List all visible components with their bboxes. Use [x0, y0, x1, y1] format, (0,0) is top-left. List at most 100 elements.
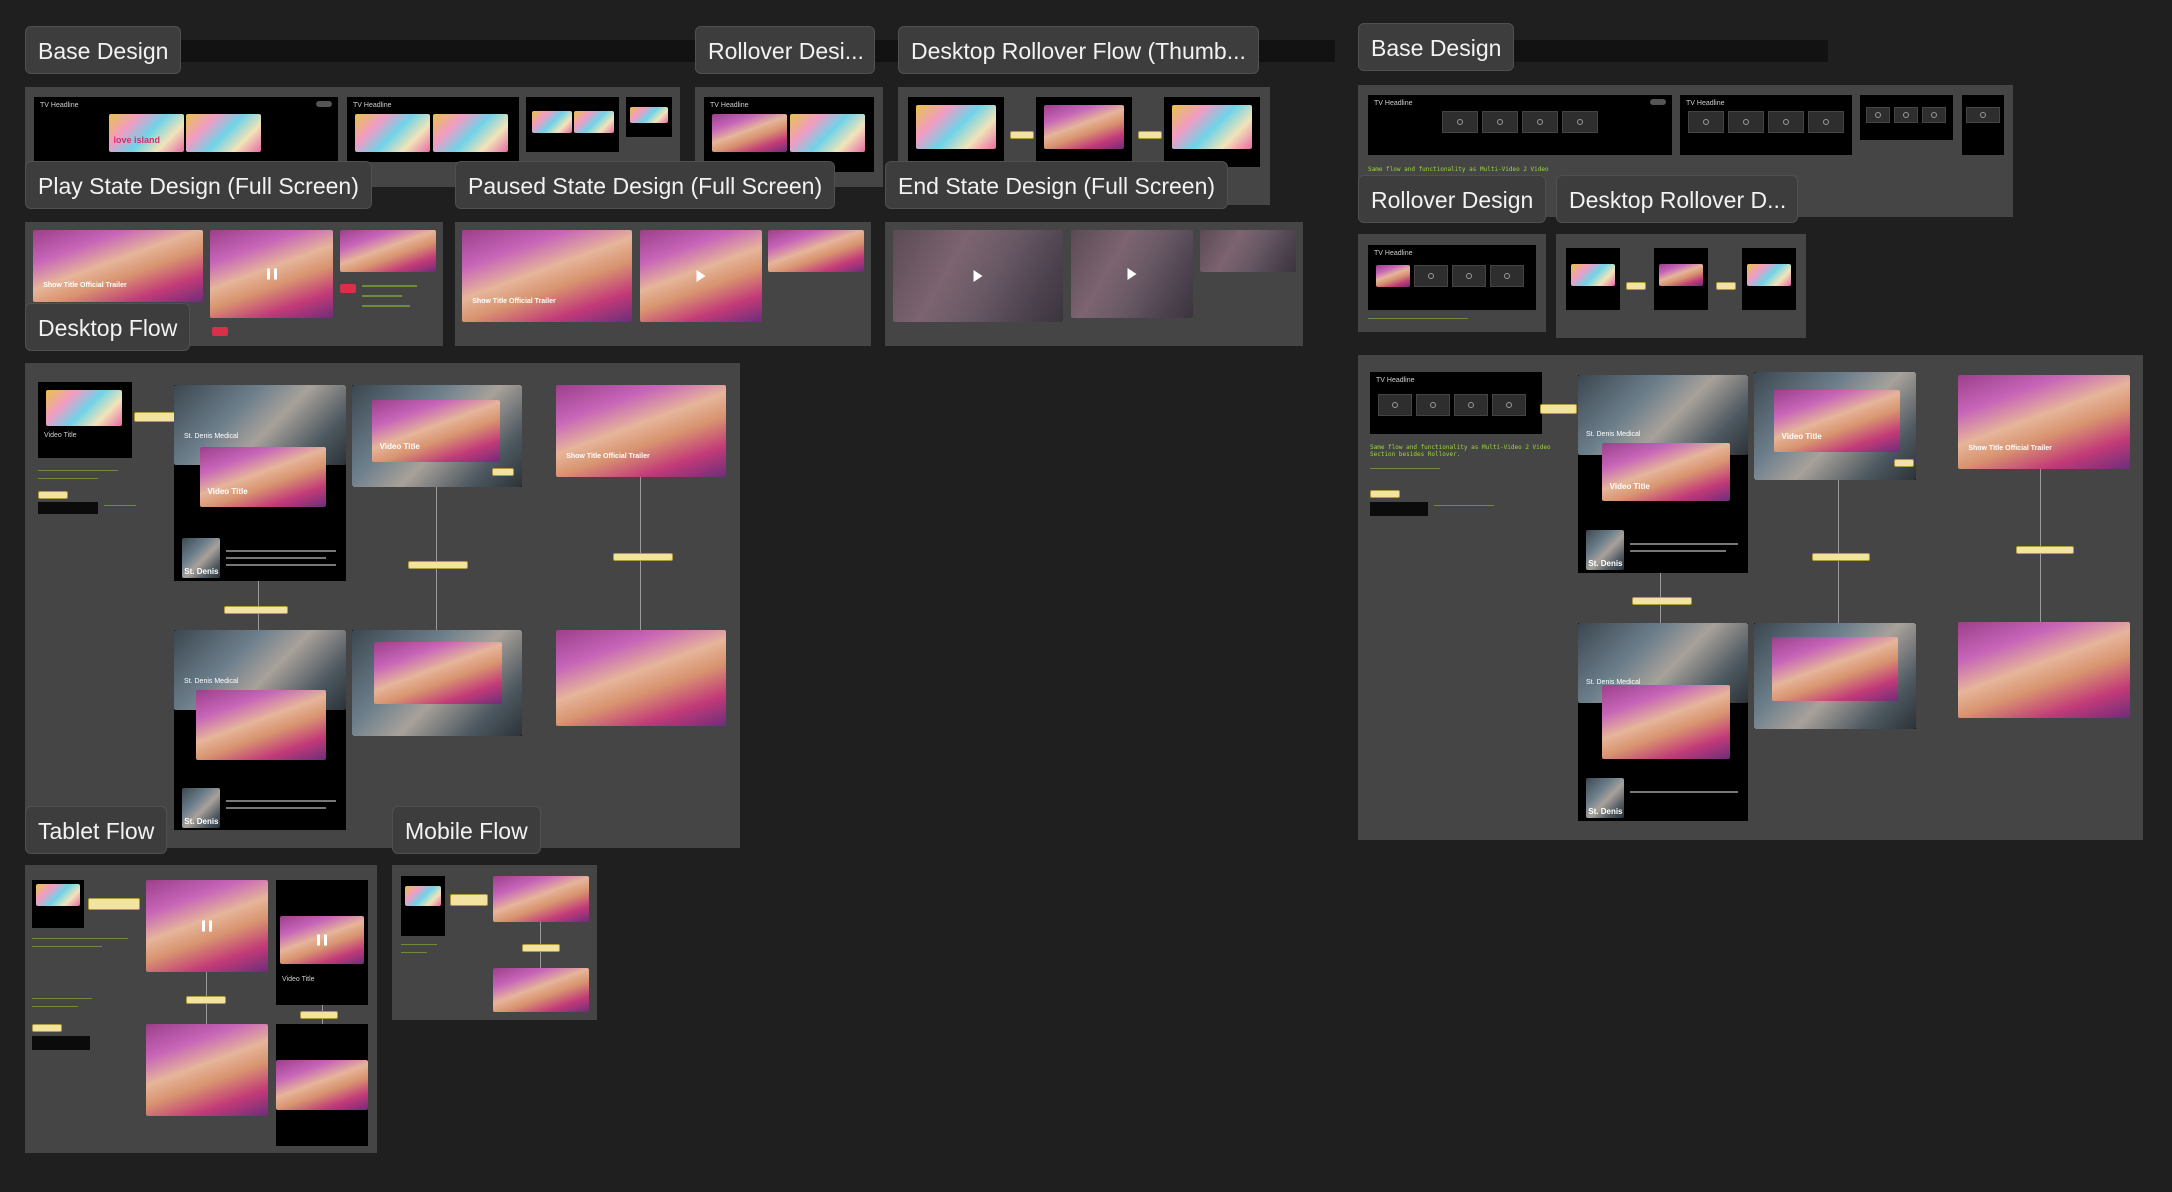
poster-caption: St. Denis	[184, 817, 219, 826]
label-base-design[interactable]: Base Design	[25, 26, 182, 74]
placeholder-card	[1866, 107, 1890, 123]
flow-frame-3[interactable]: Show Title Official Trailer	[556, 385, 726, 477]
rollover-flow-frame-3	[1164, 97, 1260, 167]
video-thumbnail-hover[interactable]	[1376, 265, 1410, 287]
video-thumbnail[interactable]	[355, 114, 430, 152]
poster-caption: St. Denis	[1588, 559, 1623, 568]
label-rollover-design[interactable]: Rollover Desi...	[695, 26, 875, 74]
label-tablet-flow[interactable]: Tablet Flow	[25, 806, 168, 854]
label-play-state[interactable]: Play State Design (Full Screen)	[25, 161, 372, 209]
flow-frame-5	[352, 630, 522, 736]
video-thumbnail[interactable]	[186, 114, 261, 152]
frame-headline: TV Headline	[1376, 377, 1415, 384]
pause-icon[interactable]	[317, 934, 327, 946]
replay-icon[interactable]	[973, 270, 983, 282]
mobile-frame-3[interactable]	[493, 968, 589, 1012]
video-title: Video Title	[207, 487, 248, 497]
video-player[interactable]: Video Title	[372, 400, 500, 462]
sticky-note	[2016, 546, 2074, 554]
video-thumbnail[interactable]	[916, 105, 996, 149]
play-state-frame-1[interactable]: Show Title Official Trailer	[33, 230, 203, 302]
pause-icon[interactable]	[202, 920, 212, 932]
video-thumbnail[interactable]	[790, 114, 865, 152]
dark-button[interactable]	[32, 1036, 90, 1050]
video-title: Video Title	[1781, 431, 1822, 441]
label-base-design-right[interactable]: Base Design	[1358, 23, 1515, 71]
video-title: Video Title	[44, 432, 77, 439]
video-player[interactable]: Video Title	[200, 447, 326, 507]
annotation-line	[32, 1006, 78, 1007]
cta-button[interactable]	[340, 284, 356, 293]
video-player[interactable]: Video Title	[1774, 390, 1900, 452]
play-state-frame-3[interactable]	[340, 230, 436, 272]
paused-state-frame-1[interactable]: Show Title Official Trailer	[462, 230, 632, 322]
video-thumbnail[interactable]	[574, 111, 614, 133]
video-player[interactable]	[1602, 685, 1730, 759]
label-rollover-design-right[interactable]: Rollover Design	[1358, 175, 1547, 223]
paused-state-frame-3[interactable]	[768, 230, 864, 272]
video-thumbnail[interactable]	[433, 114, 508, 152]
video-thumbnail[interactable]	[36, 884, 80, 906]
poster-caption: St. Denis	[1588, 807, 1623, 816]
connector-line	[1838, 480, 1839, 623]
label-desktop-rollover-flow[interactable]: Desktop Rollover Flow (Thumb...	[898, 26, 1259, 74]
frame-pill	[316, 101, 332, 107]
right-rollover-frame: TV Headline	[1368, 245, 1536, 310]
sticky-note	[1812, 553, 1870, 561]
video-thumbnail[interactable]	[46, 390, 122, 426]
flow-frame-6[interactable]	[556, 630, 726, 726]
video-thumbnail-hover[interactable]	[1044, 105, 1124, 149]
video-thumbnail[interactable]: love island	[109, 114, 184, 152]
video-player[interactable]	[280, 916, 364, 964]
play-state-frame-2[interactable]	[210, 230, 333, 318]
right-flow-frame-6[interactable]	[1958, 622, 2130, 718]
frame-headline: TV Headline	[40, 102, 79, 109]
tablet-frame-5[interactable]	[146, 1024, 268, 1116]
frame-headline: TV Headline	[1686, 100, 1725, 107]
placeholder-card	[1808, 111, 1844, 133]
right-rollover-d-frame-3	[1742, 248, 1796, 310]
video-player[interactable]	[276, 1060, 368, 1110]
tablet-frame-6	[276, 1024, 368, 1146]
video-thumbnail[interactable]	[630, 107, 668, 123]
label-mobile-flow[interactable]: Mobile Flow	[392, 806, 541, 854]
label-end-state[interactable]: End State Design (Full Screen)	[885, 161, 1229, 209]
cta-button[interactable]	[212, 327, 228, 336]
annotation-line	[401, 944, 437, 945]
placeholder-card	[1894, 107, 1918, 123]
poster: St. Denis	[182, 788, 220, 828]
annotation-line	[32, 998, 92, 999]
play-icon[interactable]	[696, 270, 706, 282]
rollover-flow-frame-1	[908, 97, 1004, 167]
video-thumbnail[interactable]	[1172, 105, 1252, 149]
video-player[interactable]	[196, 690, 326, 760]
placeholder-card	[1492, 394, 1526, 416]
mobile-frame-2[interactable]	[493, 876, 589, 922]
dark-button[interactable]	[38, 502, 98, 514]
label-desktop-flow[interactable]: Desktop Flow	[25, 303, 191, 351]
end-state-frame-1[interactable]	[893, 230, 1063, 322]
right-flow-frame-3[interactable]: Show Title Official Trailer	[1958, 375, 2130, 469]
video-thumbnail[interactable]	[405, 886, 441, 906]
video-thumbnail-hover[interactable]	[1659, 264, 1703, 286]
video-thumbnail[interactable]	[1571, 264, 1615, 286]
video-player[interactable]: Video Title	[1602, 443, 1730, 501]
tablet-frame-2[interactable]	[146, 880, 268, 972]
annotation-line	[1370, 468, 1440, 469]
video-player[interactable]	[1772, 637, 1898, 701]
dark-button[interactable]	[1370, 502, 1428, 516]
end-state-frame-2[interactable]	[1071, 230, 1193, 318]
label-paused-state[interactable]: Paused State Design (Full Screen)	[455, 161, 836, 209]
video-thumbnail[interactable]	[1747, 264, 1791, 286]
placeholder-card	[1482, 111, 1518, 133]
right-doc-frame-1: St. Denis Medical Video Title St. Denis	[1578, 375, 1748, 573]
video-player[interactable]	[374, 642, 502, 704]
label-desktop-rollover-d[interactable]: Desktop Rollover D...	[1556, 175, 1798, 223]
video-thumbnail-hover[interactable]	[712, 114, 787, 152]
end-state-frame-3[interactable]	[1200, 230, 1296, 272]
video-thumbnail[interactable]	[532, 111, 572, 133]
video-title: Video Title	[379, 441, 420, 451]
paused-state-frame-2[interactable]	[640, 230, 762, 322]
pause-icon[interactable]	[266, 268, 277, 280]
replay-icon[interactable]	[1127, 268, 1137, 280]
